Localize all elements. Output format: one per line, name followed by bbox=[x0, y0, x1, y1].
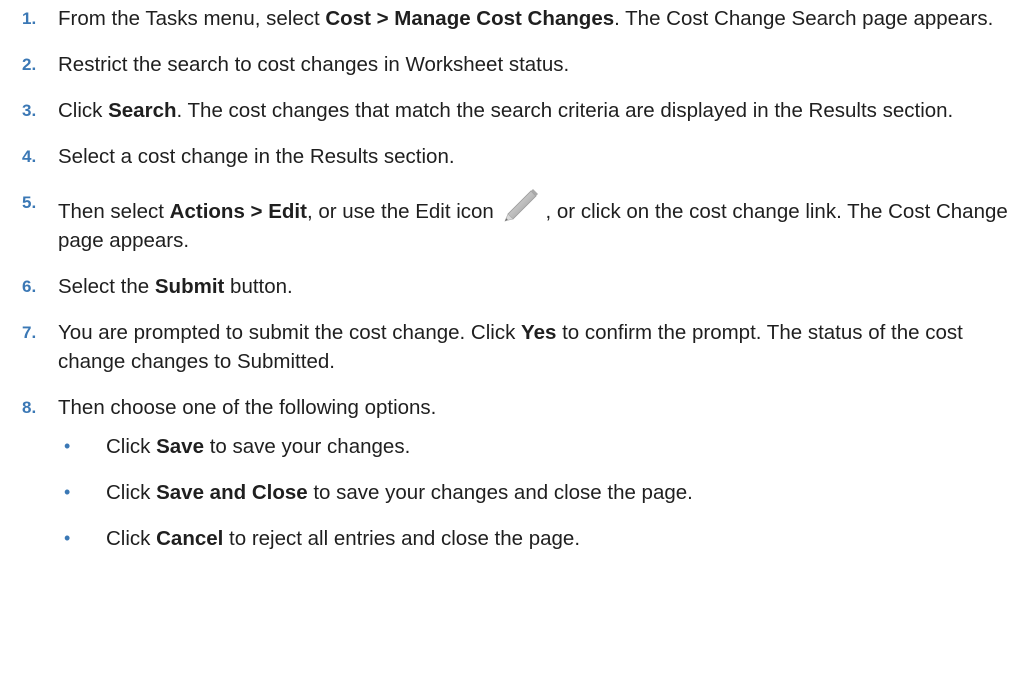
step-text: Then select Actions > Edit, or use the E… bbox=[58, 189, 1008, 252]
step-text: Then choose one of the following options… bbox=[58, 396, 437, 419]
step-text: You are prompted to submit the cost chan… bbox=[58, 321, 963, 373]
option-save: • Click Save to save your changes. bbox=[58, 432, 1032, 461]
procedure-document: 1. From the Tasks menu, select Cost > Ma… bbox=[0, 0, 1032, 673]
step-number: 7. bbox=[22, 323, 37, 342]
step-3: 3. Click Search. The cost changes that m… bbox=[0, 96, 1032, 125]
step-text: Restrict the search to cost changes in W… bbox=[58, 53, 570, 76]
cancel-label: Cancel bbox=[156, 527, 224, 550]
option-cancel: • Click Cancel to reject all entries and… bbox=[58, 524, 1032, 553]
step-number: 3. bbox=[22, 101, 37, 120]
yes-label: Yes bbox=[521, 321, 557, 344]
step-number: 8. bbox=[22, 398, 37, 417]
step-2: 2. Restrict the search to cost changes i… bbox=[0, 50, 1032, 79]
pencil-icon bbox=[502, 188, 540, 222]
option-list: • Click Save to save your changes. • Cli… bbox=[58, 432, 1032, 553]
step-number: 4. bbox=[22, 147, 37, 166]
step-8: 8. Then choose one of the following opti… bbox=[0, 393, 1032, 553]
step-4: 4. Select a cost change in the Results s… bbox=[0, 142, 1032, 171]
bullet: • bbox=[64, 482, 71, 502]
submit-label: Submit bbox=[154, 275, 225, 298]
option-save-and-close: • Click Save and Close to save your chan… bbox=[58, 478, 1032, 507]
step-text: From the Tasks menu, select Cost > Manag… bbox=[58, 7, 994, 30]
save-label: Save bbox=[156, 435, 204, 458]
save-and-close-label: Save and Close bbox=[156, 481, 308, 504]
step-text: Click Search. The cost changes that matc… bbox=[58, 99, 954, 122]
step-text: Select a cost change in the Results sect… bbox=[58, 145, 455, 168]
bullet: • bbox=[64, 528, 71, 548]
step-1: 1. From the Tasks menu, select Cost > Ma… bbox=[0, 4, 1032, 33]
step-6: 6. Select the Submit button. bbox=[0, 272, 1032, 301]
bullet: • bbox=[64, 436, 71, 456]
step-number: 1. bbox=[22, 9, 37, 28]
menu-path: Actions > Edit bbox=[169, 200, 307, 223]
step-text: Select the Submit button. bbox=[58, 275, 293, 298]
menu-path: Cost > Manage Cost Changes bbox=[325, 7, 615, 30]
search-label: Search bbox=[108, 99, 177, 122]
step-7: 7. You are prompted to submit the cost c… bbox=[0, 318, 1032, 376]
step-number: 5. bbox=[22, 193, 37, 212]
step-5: 5. Then select Actions > Edit, or use th… bbox=[0, 188, 1032, 255]
step-number: 6. bbox=[22, 277, 37, 296]
step-number: 2. bbox=[22, 55, 37, 74]
procedure-steps: 1. From the Tasks menu, select Cost > Ma… bbox=[0, 4, 1032, 570]
